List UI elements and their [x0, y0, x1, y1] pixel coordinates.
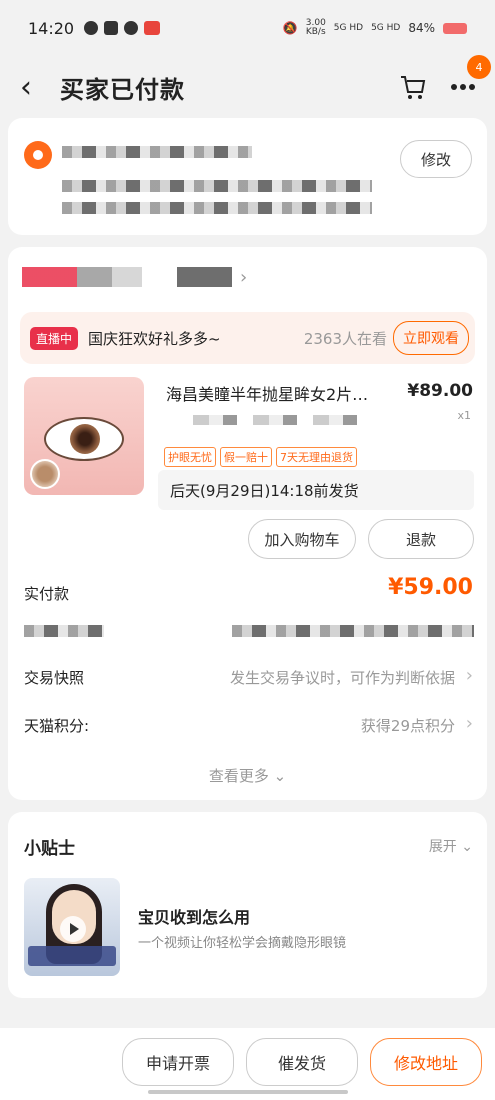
shipping-estimate: 后天(9月29日)14:18前发货 — [158, 470, 474, 510]
snapshot-value[interactable]: 发生交易争议时，可作为判断依据 — [230, 667, 455, 688]
apply-invoice-button[interactable]: 申请开票 — [122, 1038, 234, 1086]
service-tag: 护眼无忧 — [164, 447, 216, 467]
address-card[interactable]: 修改 — [8, 118, 487, 235]
eye-illustration — [44, 417, 124, 461]
message-badge: 4 — [467, 55, 491, 79]
chevron-down-icon: ⌄ — [461, 839, 473, 855]
service-tags: 护眼无忧 假一赔十 7天无理由退货 — [164, 447, 357, 467]
status-bar: 14:20 🔕 3.00 KB/s 5G HD 5G HD 84% — [0, 0, 495, 56]
service-tag: 假一赔十 — [220, 447, 272, 467]
live-banner[interactable]: 直播中 国庆狂欢好礼多多~ 2363人在看 立即观看 — [20, 312, 475, 364]
change-address-button[interactable]: 修改地址 — [370, 1038, 482, 1086]
chevron-right-icon[interactable]: › — [466, 665, 473, 686]
net-speed: 3.00 KB/s — [306, 19, 326, 37]
more-dot — [460, 84, 466, 90]
address-line-redacted — [62, 180, 372, 192]
sku-redacted — [193, 415, 373, 425]
battery-level: 84% — [408, 21, 435, 35]
notification-app-icon — [104, 21, 119, 35]
signal-2: 5G HD — [371, 22, 401, 33]
product-quantity: x1 — [457, 409, 471, 422]
snapshot-label: 交易快照 — [24, 669, 85, 687]
page-title: 买家已付款 — [60, 75, 185, 104]
order-id-label-redacted — [24, 625, 104, 637]
shop-name-redacted[interactable] — [22, 267, 232, 287]
notification-chat-icon — [124, 21, 139, 35]
paid-label: 实付款 — [24, 585, 70, 603]
more-dot — [451, 84, 457, 90]
cart-icon-svg — [401, 76, 426, 99]
cart-icon[interactable] — [399, 73, 427, 101]
location-pin-icon — [24, 141, 52, 169]
tips-card: 小贴士 展开 ⌄ 宝贝收到怎么用 一个视频让你轻松学会摘戴隐形眼镜 — [8, 812, 487, 998]
refund-button[interactable]: 退款 — [368, 519, 474, 559]
mute-icon: 🔕 — [282, 21, 298, 35]
view-more-label: 查看更多 — [208, 767, 269, 785]
back-icon[interactable]: ‹ — [20, 70, 46, 105]
bottom-action-bar: 申请开票 催发货 修改地址 — [0, 1028, 495, 1100]
recipient-name-redacted — [62, 146, 252, 158]
product-image[interactable] — [24, 377, 144, 495]
notification-red-app-icon — [144, 21, 161, 35]
edit-address-button[interactable]: 修改 — [400, 140, 472, 178]
order-id-value-redacted — [232, 625, 474, 637]
tip-title[interactable]: 宝贝收到怎么用 — [138, 904, 250, 928]
iris — [70, 424, 100, 454]
expand-label: 展开 — [428, 839, 457, 855]
home-indicator[interactable] — [148, 1090, 348, 1094]
status-time: 14:20 — [28, 18, 75, 38]
net-speed-unit: KB/s — [305, 27, 326, 37]
points-label: 天猫积分: — [24, 717, 90, 735]
live-viewer-count: 2363人在看 — [303, 329, 387, 348]
urge-shipping-button[interactable]: 催发货 — [246, 1038, 358, 1086]
chevron-down-icon: ⌄ — [273, 767, 287, 785]
video-caption-banner — [28, 946, 116, 966]
view-more-link[interactable]: 查看更多 ⌄ — [8, 765, 487, 786]
more-icon[interactable]: 4 — [449, 55, 491, 101]
address-line-redacted — [62, 202, 372, 214]
signal-1: 5G HD — [333, 22, 364, 33]
status-left: 14:20 — [28, 18, 161, 38]
lens-illustration — [30, 459, 60, 489]
service-tag: 7天无理由退货 — [276, 447, 357, 467]
live-text: 国庆狂欢好礼多多~ — [88, 329, 221, 348]
points-value[interactable]: 获得29点积分 — [361, 715, 455, 736]
order-card: › 直播中 国庆狂欢好礼多多~ 2363人在看 立即观看 海昌美瞳半年抛星眸女2… — [8, 247, 487, 800]
status-right: 🔕 3.00 KB/s 5G HD 5G HD 84% — [283, 19, 467, 37]
chevron-right-icon[interactable]: › — [240, 267, 247, 288]
product-title[interactable]: 海昌美瞳半年抛星眸女2片… — [166, 381, 406, 405]
play-icon[interactable] — [60, 916, 86, 942]
notification-k-icon — [84, 21, 99, 35]
watch-now-button[interactable]: 立即观看 — [393, 321, 469, 355]
tips-title: 小贴士 — [24, 839, 75, 859]
product-price: ¥89.00 — [407, 381, 473, 401]
add-to-cart-button[interactable]: 加入购物车 — [248, 519, 356, 559]
tip-description: 一个视频让你轻松学会摘戴隐形眼镜 — [138, 936, 347, 951]
nav-bar: ‹ 买家已付款 4 — [0, 55, 495, 118]
tip-video-thumbnail[interactable] — [24, 878, 120, 976]
paid-amount: ¥59.00 — [388, 575, 473, 600]
more-dot — [469, 84, 475, 90]
live-tag: 直播中 — [30, 326, 79, 350]
expand-toggle[interactable]: 展开 ⌄ — [429, 836, 473, 856]
chevron-right-icon[interactable]: › — [466, 713, 473, 734]
battery-icon — [443, 22, 467, 34]
